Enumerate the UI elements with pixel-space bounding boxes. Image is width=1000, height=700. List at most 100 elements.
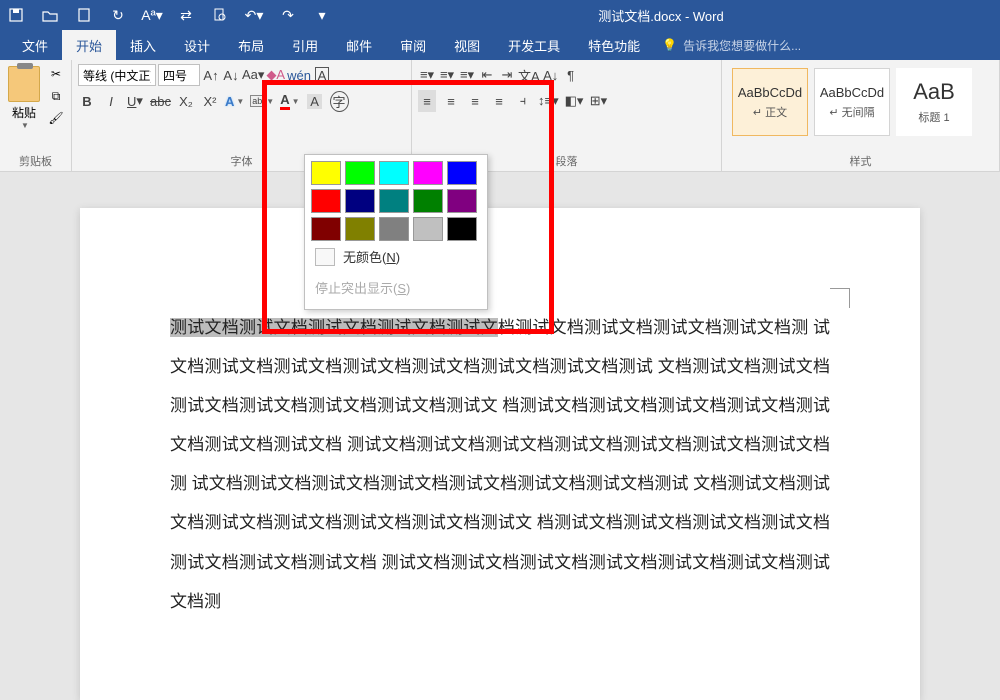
document-area: 测试文档测试文档测试文档测试文档测试文档测试文档测试文档测试文档测试文档测 试文… [0, 172, 1000, 700]
style-preview: AaBbCcDd [738, 85, 802, 100]
shading-button[interactable]: ◧▾ [565, 90, 584, 112]
bullets-button[interactable]: ≡▾ [418, 64, 436, 86]
color-yellow[interactable] [311, 161, 341, 185]
tab-devtools[interactable]: 开发工具 [494, 30, 574, 60]
no-color-option[interactable]: 无颜色(N) [311, 241, 481, 272]
color-teal[interactable] [379, 189, 409, 213]
new-icon[interactable] [76, 7, 92, 23]
tab-home[interactable]: 开始 [62, 30, 116, 60]
color-gray[interactable] [379, 217, 409, 241]
indent-left-button[interactable]: ⇤ [478, 64, 496, 86]
font-name-select[interactable] [78, 64, 156, 86]
document-text[interactable]: 测试文档测试文档测试文档测试文档测试文档测试文档测试文档测试文档测试文档测 试文… [170, 308, 830, 621]
tab-review[interactable]: 审阅 [386, 30, 440, 60]
text-run[interactable]: 档测试文档测试文档测试文档测试文档测 [498, 318, 809, 337]
redo-icon[interactable]: ↷ [280, 7, 296, 23]
italic-button[interactable]: I [102, 90, 120, 112]
ribbon: 粘贴 ▼ ✂ ⧉ 🖌 剪贴板 A↑ A↓ Aa▾ ◆A wén A [0, 60, 1000, 172]
tell-me-placeholder: 告诉我您想要做什么... [683, 37, 801, 54]
color-red[interactable] [311, 189, 341, 213]
color-purple[interactable] [447, 189, 477, 213]
color-magenta[interactable] [413, 161, 443, 185]
group-label-styles: 样式 [728, 151, 993, 169]
lightbulb-icon: 💡 [662, 38, 677, 52]
quick-access-toolbar: ↻ Aª▾ ⇄ ↶▾ ↷ ▾ [8, 7, 330, 23]
color-cyan[interactable] [379, 161, 409, 185]
save-icon[interactable] [8, 7, 24, 23]
group-styles: AaBbCcDd ↵ 正文 AaBbCcDd ↵ 无间隔 AaB 标题 1 样式 [722, 60, 1000, 171]
color-olive[interactable] [345, 217, 375, 241]
page[interactable]: 测试文档测试文档测试文档测试文档测试文档测试文档测试文档测试文档测试文档测 试文… [80, 208, 920, 700]
subscript-button[interactable]: X₂ [177, 90, 195, 112]
text-run[interactable]: 试文档测试文档测试文档测试文档测试文档测试文档测试文档测试 [192, 474, 689, 493]
window-title: 测试文档.docx - Word [330, 6, 992, 25]
preview-icon[interactable] [212, 7, 228, 23]
borders-button[interactable]: ⊞▾ [589, 90, 607, 112]
style-heading1[interactable]: AaB 标题 1 [896, 68, 972, 136]
color-maroon[interactable] [311, 217, 341, 241]
style-preview: AaB [913, 79, 955, 105]
strike-button[interactable]: abc [150, 90, 171, 112]
indent-right-button[interactable]: ⇥ [498, 64, 516, 86]
change-case-button[interactable]: Aa▾ [242, 64, 264, 86]
show-marks-button[interactable]: ¶ [562, 64, 580, 86]
tab-layout[interactable]: 布局 [224, 30, 278, 60]
tab-insert[interactable]: 插入 [116, 30, 170, 60]
style-name: 标题 1 [918, 109, 949, 125]
tab-special[interactable]: 特色功能 [574, 30, 654, 60]
toggle-icon[interactable]: ⇄ [178, 7, 194, 23]
text-direction-button[interactable]: 文A [518, 64, 540, 86]
format-painter-button[interactable]: 🖌 [46, 108, 66, 128]
chevron-down-icon: ▼ [21, 121, 29, 130]
align-center-button[interactable]: ≡ [442, 90, 460, 112]
tab-design[interactable]: 设计 [170, 30, 224, 60]
title-bar: ↻ Aª▾ ⇄ ↶▾ ↷ ▾ 测试文档.docx - Word [0, 0, 1000, 30]
shrink-font-button[interactable]: A↓ [222, 64, 240, 86]
refresh-icon[interactable]: ↻ [110, 7, 126, 23]
text-effects-button[interactable]: A▼ [225, 90, 244, 112]
style-normal[interactable]: AaBbCcDd ↵ 正文 [732, 68, 808, 136]
multilevel-button[interactable]: ≡▾ [458, 64, 476, 86]
enclose-char-button[interactable]: 字 [330, 90, 349, 112]
font-color-button[interactable]: A▼ [280, 90, 299, 112]
tab-file[interactable]: 文件 [8, 30, 62, 60]
tab-view[interactable]: 视图 [440, 30, 494, 60]
copy-button[interactable]: ⧉ [46, 86, 66, 106]
color-green[interactable] [345, 161, 375, 185]
tab-mail[interactable]: 邮件 [332, 30, 386, 60]
bold-button[interactable]: B [78, 90, 96, 112]
align-right-button[interactable]: ≡ [466, 90, 484, 112]
phonetic-button[interactable]: wén [287, 64, 311, 86]
color-navy[interactable] [345, 189, 375, 213]
no-color-label: 无颜色(N) [343, 247, 400, 266]
undo-icon[interactable]: ↶▾ [246, 7, 262, 23]
format-icon[interactable]: Aª▾ [144, 7, 160, 23]
line-spacing-button[interactable]: ↕≡▾ [538, 90, 559, 112]
align-justify-button[interactable]: ≡ [490, 90, 508, 112]
open-icon[interactable] [42, 7, 58, 23]
cut-button[interactable]: ✂ [46, 64, 66, 84]
grow-font-button[interactable]: A↑ [202, 64, 220, 86]
distribute-button[interactable]: ⫞ [514, 90, 532, 112]
align-left-button[interactable]: ≡ [418, 90, 436, 112]
color-darkgreen[interactable] [413, 189, 443, 213]
underline-button[interactable]: U▾ [126, 90, 144, 112]
char-border-button[interactable]: A [313, 64, 331, 86]
color-black[interactable] [447, 217, 477, 241]
sort-button[interactable]: A↓ [542, 64, 560, 86]
tell-me-search[interactable]: 💡 告诉我您想要做什么... [662, 37, 801, 54]
tab-references[interactable]: 引用 [278, 30, 332, 60]
highlight-button[interactable]: ab▼ [250, 90, 274, 112]
qat-more-icon[interactable]: ▾ [314, 7, 330, 23]
clear-format-button[interactable]: ◆A [266, 64, 285, 86]
paste-button[interactable]: 粘贴 ▼ [6, 64, 42, 132]
style-name: ↵ 正文 [753, 104, 787, 120]
superscript-button[interactable]: X² [201, 90, 219, 112]
style-nospacing[interactable]: AaBbCcDd ↵ 无间隔 [814, 68, 890, 136]
numbering-button[interactable]: ≡▾ [438, 64, 456, 86]
color-blue[interactable] [447, 161, 477, 185]
color-silver[interactable] [413, 217, 443, 241]
char-shading-button[interactable]: A [306, 90, 324, 112]
font-size-select[interactable] [158, 64, 200, 86]
selected-text[interactable]: 测试文档测试文档测试文档测试文档测试文 [170, 318, 498, 337]
